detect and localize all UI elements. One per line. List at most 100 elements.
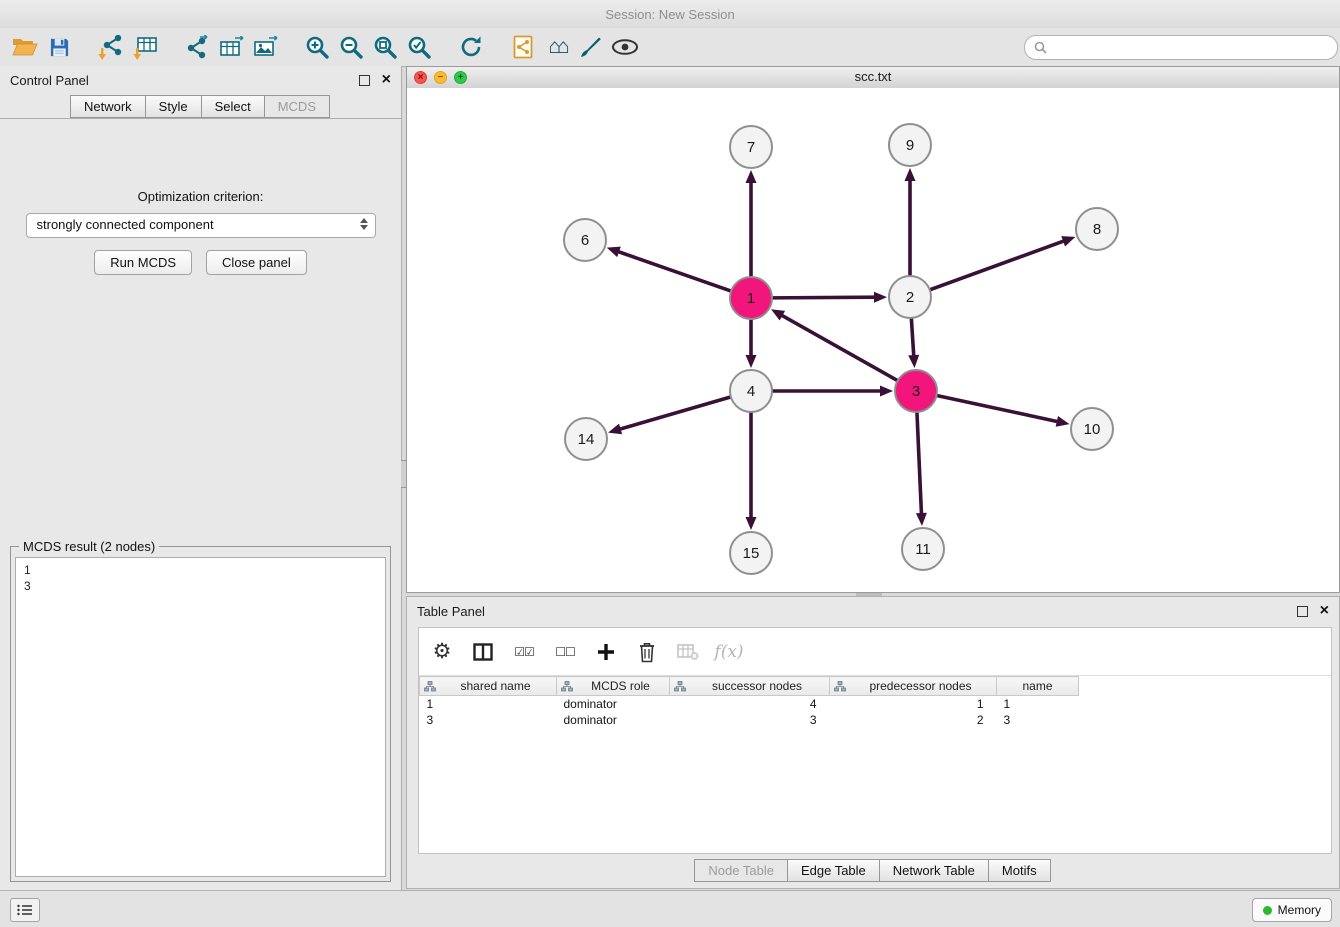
column-header-name[interactable]: name: [997, 677, 1079, 696]
close-panel-button[interactable]: Close panel: [206, 250, 307, 275]
criterion-selected-value: strongly connected component: [37, 217, 214, 232]
tab-node-table[interactable]: Node Table: [694, 859, 788, 882]
gear-icon: ⚙: [433, 640, 452, 664]
result-line: 1: [24, 562, 377, 578]
network-canvas[interactable]: 7968124314101511: [407, 88, 1339, 592]
layout-settings-button[interactable]: [506, 31, 540, 63]
tab-network[interactable]: Network: [70, 95, 146, 118]
table-panel-header: Table Panel ×: [407, 597, 1339, 625]
float-panel-icon[interactable]: [359, 75, 370, 86]
graph-node-label: 6: [581, 232, 589, 249]
deselect-all-button[interactable]: ☐☐: [552, 639, 578, 665]
run-mcds-button[interactable]: Run MCDS: [94, 250, 192, 275]
memory-button[interactable]: Memory: [1252, 898, 1332, 922]
import-table-file-button[interactable]: [128, 31, 162, 63]
search-box[interactable]: [1024, 35, 1338, 60]
show-graphics-button[interactable]: [608, 31, 642, 63]
memory-status-dot: [1263, 906, 1272, 915]
zoom-in-button[interactable]: [300, 31, 334, 63]
table-settings-button[interactable]: ⚙: [429, 639, 455, 665]
application-window: Session: New Session: [0, 0, 1340, 926]
graph-node-label: 10: [1084, 421, 1101, 438]
select-all-button[interactable]: ☑☑: [511, 639, 537, 665]
graph-edge-arrow: [916, 513, 927, 526]
table-cell[interactable]: dominator: [557, 696, 670, 713]
tab-network-table[interactable]: Network Table: [879, 859, 989, 882]
graph-node-label: 4: [747, 383, 755, 400]
zoom-in-icon: [304, 34, 330, 60]
save-icon: [49, 37, 70, 58]
open-session-button[interactable]: [8, 31, 42, 63]
graph-node-label: 15: [743, 545, 760, 562]
table-row[interactable]: 3dominator323: [420, 712, 1079, 728]
table-row[interactable]: 1dominator411: [420, 696, 1079, 713]
graph-edge-2-8[interactable]: [929, 241, 1065, 291]
control-panel-title: Control Panel: [10, 73, 89, 88]
graph-node-label: 1: [747, 290, 755, 307]
table-cell[interactable]: dominator: [557, 712, 670, 728]
network-graph: 7968124314101511: [407, 88, 1339, 593]
zoom-window-button[interactable]: +: [454, 71, 467, 84]
apply-layout-button[interactable]: [454, 31, 488, 63]
table-cell[interactable]: 3: [420, 712, 557, 728]
statusbar: Memory: [0, 890, 1340, 927]
graph-edge-1-2[interactable]: [771, 297, 876, 298]
table-cell[interactable]: 3: [997, 712, 1079, 728]
graph-edge-2-3[interactable]: [911, 317, 914, 357]
task-history-button[interactable]: [10, 898, 40, 922]
column-header-successor-nodes[interactable]: successor nodes: [670, 677, 830, 696]
delete-table-button[interactable]: [675, 639, 701, 665]
function-builder-button[interactable]: f(x): [716, 639, 742, 665]
tab-motifs[interactable]: Motifs: [988, 859, 1051, 882]
optimization-criterion-select[interactable]: strongly connected component: [26, 213, 376, 238]
select-all-icon: ☑☑: [514, 645, 534, 659]
zoom-fit-button[interactable]: [368, 31, 402, 63]
tab-mcds[interactable]: MCDS: [264, 95, 330, 118]
graph-node-label: 9: [906, 137, 914, 154]
add-row-button[interactable]: [593, 639, 619, 665]
zoom-selected-button[interactable]: [402, 31, 436, 63]
network-overview-button[interactable]: ⌂⌂: [540, 31, 574, 63]
toggle-column-button[interactable]: [470, 639, 496, 665]
import-table-icon: [133, 35, 158, 60]
column-edit-icon: [561, 681, 573, 692]
close-panel-icon[interactable]: ×: [382, 73, 391, 87]
column-header-shared-name[interactable]: shared name: [420, 677, 557, 696]
tab-edge-table[interactable]: Edge Table: [787, 859, 880, 882]
graph-edge-1-6[interactable]: [617, 251, 732, 291]
table-cell[interactable]: 3: [670, 712, 830, 728]
graph-edge-3-1[interactable]: [781, 315, 899, 381]
table-cell[interactable]: 1: [830, 696, 997, 713]
style-brush-button[interactable]: [574, 31, 608, 63]
graph-edge-3-11[interactable]: [917, 411, 922, 515]
table-cell[interactable]: 1: [420, 696, 557, 713]
graph-edge-4-14[interactable]: [619, 397, 732, 430]
delete-row-button[interactable]: [634, 639, 660, 665]
close-window-button[interactable]: ×: [414, 71, 427, 84]
column-header-mcds-role[interactable]: MCDS role: [557, 677, 670, 696]
node-table-area: shared name MCDS role successor nodes pr…: [419, 676, 1331, 853]
memory-label: Memory: [1278, 903, 1321, 917]
close-table-panel-icon[interactable]: ×: [1320, 604, 1329, 618]
window-title: Session: New Session: [605, 7, 734, 22]
save-session-button[interactable]: [42, 31, 76, 63]
search-input[interactable]: [1053, 39, 1328, 56]
zoom-out-button[interactable]: [334, 31, 368, 63]
export-network-button[interactable]: [180, 31, 214, 63]
graph-edge-3-10[interactable]: [936, 395, 1059, 422]
import-network-file-button[interactable]: [94, 31, 128, 63]
tab-select[interactable]: Select: [201, 95, 265, 118]
tab-style[interactable]: Style: [145, 95, 202, 118]
columns-icon: [473, 643, 493, 661]
float-table-panel-icon[interactable]: [1297, 606, 1308, 617]
export-image-button[interactable]: [248, 31, 282, 63]
graph-node-label: 8: [1093, 221, 1101, 238]
node-table: shared name MCDS role successor nodes pr…: [419, 676, 1079, 728]
table-cell[interactable]: 2: [830, 712, 997, 728]
table-cell[interactable]: 1: [997, 696, 1079, 713]
graph-edge-arrow: [1061, 236, 1075, 246]
column-header-predecessor-nodes[interactable]: predecessor nodes: [830, 677, 997, 696]
minimize-window-button[interactable]: −: [434, 71, 447, 84]
export-table-button[interactable]: [214, 31, 248, 63]
table-cell[interactable]: 4: [670, 696, 830, 713]
